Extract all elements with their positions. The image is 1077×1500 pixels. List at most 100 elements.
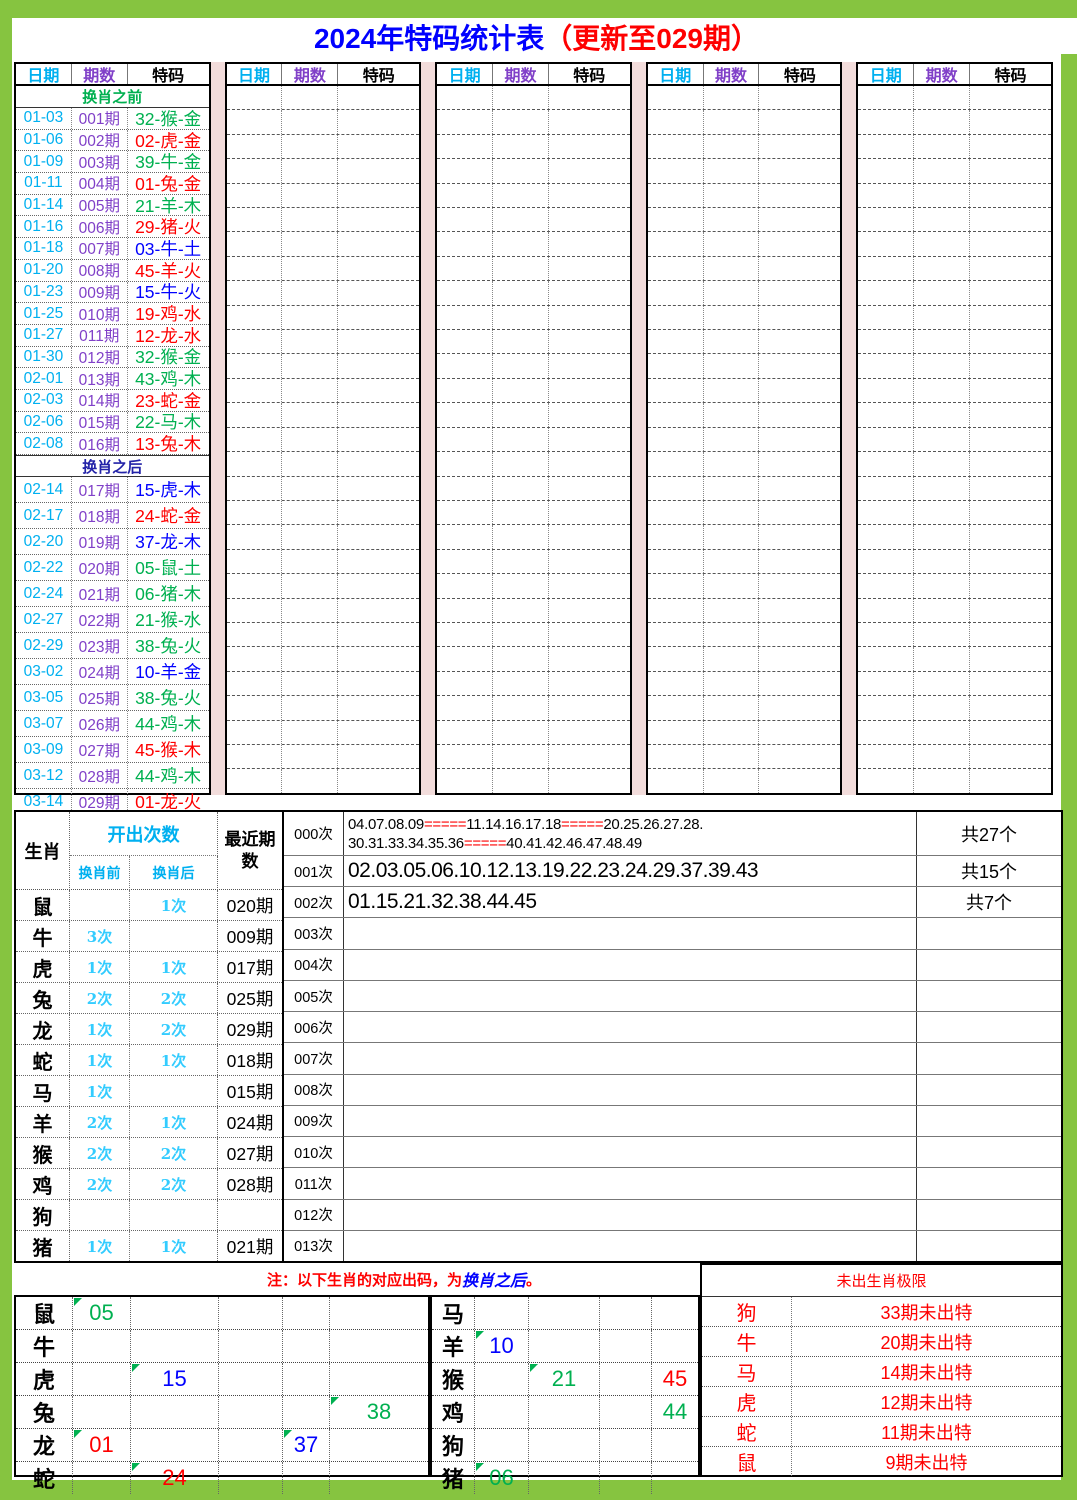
empty-cell <box>648 379 704 402</box>
freq-total: 共7个 <box>917 887 1061 917</box>
zodiac-row: 鼠 1次 020期 <box>16 890 282 921</box>
empty-cell <box>549 403 630 426</box>
recent-period-cell: 028期 <box>218 1169 282 1199</box>
count-before-cell: 3次 <box>70 921 130 951</box>
empty-cell <box>970 159 1051 182</box>
empty-cell <box>549 354 630 377</box>
empty-cell <box>914 379 970 402</box>
freq-row: 003次 <box>284 918 1061 949</box>
empty-row <box>648 306 841 330</box>
empty-cell <box>437 477 493 500</box>
empty-cell <box>227 354 283 377</box>
empty-cell <box>549 379 630 402</box>
freq-label: 010次 <box>284 1137 344 1167</box>
column-group-2: 日期 期数 特码 <box>225 62 422 795</box>
freq-numbers <box>344 1106 917 1136</box>
freq-label: 002次 <box>284 887 344 917</box>
count-after-cell <box>130 1200 218 1230</box>
empty-cell <box>970 477 1051 500</box>
empty-cell <box>914 306 970 329</box>
empty-cell <box>759 379 840 402</box>
empty-cell <box>648 306 704 329</box>
empty-cell <box>704 232 760 255</box>
empty-cell <box>759 672 840 695</box>
empty-cell <box>282 379 338 402</box>
code-cell: 45-猴-木 <box>128 737 209 762</box>
note-period: 。 <box>526 1269 541 1290</box>
freq-numbers <box>344 981 917 1011</box>
empty-cell <box>282 672 338 695</box>
empty-cell <box>338 721 419 744</box>
empty-cell <box>858 647 914 670</box>
period-cell: 015期 <box>72 412 128 433</box>
empty-cell <box>227 257 283 280</box>
zodiac-code-row: 马 <box>432 1297 698 1330</box>
empty-cell <box>759 403 840 426</box>
empty-cell <box>437 208 493 231</box>
zodiac-name: 马 <box>16 1076 70 1106</box>
zodiac-row: 猪 1次 1次 021期 <box>16 1231 282 1261</box>
empty-cell <box>549 281 630 304</box>
empty-row <box>227 86 420 110</box>
empty-cell <box>549 330 630 353</box>
zodiac-rows: 鼠 1次 020期 牛 3次 009期 虎 1次 <box>16 890 282 1261</box>
empty-cell <box>437 232 493 255</box>
empty-cell <box>282 135 338 158</box>
freq-label: 003次 <box>284 918 344 948</box>
empty-row <box>227 477 420 501</box>
code-cell: 38-兔-火 <box>128 685 209 710</box>
code-cell: 10 <box>475 1330 529 1362</box>
empty-cell <box>437 379 493 402</box>
empty-cell <box>549 574 630 597</box>
empty-cell <box>493 257 549 280</box>
freq-row: 009次 <box>284 1106 1061 1137</box>
empty-cell <box>648 769 704 792</box>
empty-cell <box>227 379 283 402</box>
empty-cell <box>858 354 914 377</box>
freq-label: 005次 <box>284 981 344 1011</box>
empty-row <box>858 306 1051 330</box>
zodiac-name: 羊 <box>432 1330 475 1362</box>
empty-cell <box>437 672 493 695</box>
empty-cell <box>549 306 630 329</box>
empty-cell <box>437 403 493 426</box>
count-after-cell: 1次 <box>130 890 218 920</box>
empty-cell <box>759 769 840 792</box>
empty-cell <box>549 86 630 109</box>
empty-cell <box>648 599 704 622</box>
empty-cell <box>282 232 338 255</box>
empty-cell <box>914 281 970 304</box>
period-cell: 012期 <box>72 347 128 368</box>
empty-cell <box>282 721 338 744</box>
code-cell <box>283 1330 330 1362</box>
empty-cell <box>858 525 914 548</box>
empty-cell <box>282 745 338 768</box>
date-cell: 02-06 <box>16 412 72 433</box>
empty-cell <box>437 745 493 768</box>
empty-cell <box>759 257 840 280</box>
period-cell: 023期 <box>72 633 128 658</box>
empty-cell <box>493 623 549 646</box>
empty-cell <box>704 330 760 353</box>
empty-cell <box>338 696 419 719</box>
empty-row <box>227 599 420 623</box>
draw-row: 01-11 004期 01-兔-金 <box>16 173 209 195</box>
empty-cell <box>437 647 493 670</box>
freq-label: 007次 <box>284 1043 344 1073</box>
empty-row <box>227 721 420 745</box>
group-separator <box>421 62 435 795</box>
draw-row: 03-09 027期 45-猴-木 <box>16 737 209 763</box>
zodiac-name: 蛇 <box>702 1417 792 1446</box>
draw-row: 03-05 025期 38-兔-火 <box>16 685 209 711</box>
freq-numbers <box>344 1012 917 1042</box>
period-cell: 001期 <box>72 108 128 129</box>
empty-cell <box>858 428 914 451</box>
zodiac-codes-right-table: 马 羊 10 猴 21 45 <box>430 1295 700 1477</box>
code-cell <box>283 1396 330 1428</box>
empty-row <box>648 428 841 452</box>
empty-cell <box>282 330 338 353</box>
empty-cell <box>970 208 1051 231</box>
empty-cell <box>437 110 493 133</box>
zodiac-code-row: 猴 21 45 <box>432 1363 698 1396</box>
empty-cell <box>648 623 704 646</box>
